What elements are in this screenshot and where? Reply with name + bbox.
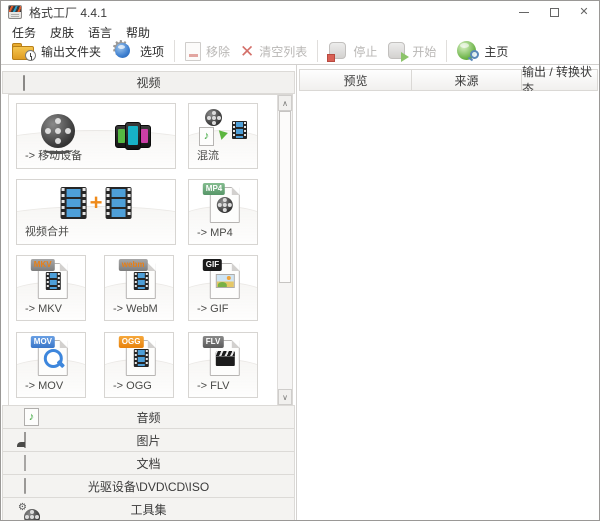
maximize-icon: [550, 8, 559, 17]
document-icon: [24, 456, 26, 470]
section-picture[interactable]: 图片: [2, 428, 295, 452]
mp4-file-icon: MP4: [210, 187, 240, 223]
gear-icon: [111, 40, 135, 62]
app-icon: [8, 5, 22, 19]
clear-list-icon: [240, 43, 254, 60]
window-title: 格式工厂 4.4.1: [29, 4, 107, 21]
window-controls: [509, 1, 599, 23]
stop-button[interactable]: 停止: [323, 39, 382, 63]
section-optical-dvd-cd-iso[interactable]: 光驱设备\DVD\CD\ISO: [2, 474, 295, 498]
home-button[interactable]: 主页: [452, 39, 513, 63]
quicktime-icon: [43, 349, 62, 368]
stop-icon: [328, 41, 348, 61]
start-icon: [387, 41, 407, 61]
toolbar-separator: [317, 40, 318, 62]
video-item-mux[interactable]: 混流: [188, 103, 258, 169]
section-video[interactable]: 视频: [2, 71, 295, 94]
scroll-up-button[interactable]: [278, 95, 292, 111]
remove-button[interactable]: 移除: [180, 40, 235, 63]
scrollbar-thumb[interactable]: [279, 111, 291, 283]
start-button[interactable]: 开始: [382, 39, 441, 63]
video-format-grid: -> 移动设备 混流 视频合并: [8, 94, 293, 406]
video-item-mp4[interactable]: MP4 -> MP4: [188, 179, 258, 245]
scroll-down-button[interactable]: [278, 389, 292, 405]
video-join-icon: [61, 187, 132, 219]
mov-file-icon: MOV: [38, 340, 68, 376]
disc-drive-icon: [24, 479, 26, 493]
webm-file-icon: webm: [126, 263, 156, 299]
title-bar: 格式工厂 4.4.1: [1, 1, 599, 23]
globe-home-icon: [457, 41, 479, 61]
video-item-flv[interactable]: FLV -> FLV: [188, 332, 258, 398]
chevron-up-icon: [282, 99, 288, 108]
ogg-file-icon: OGG: [126, 340, 156, 376]
remove-icon: [185, 42, 201, 61]
gif-file-icon: GIF: [210, 263, 240, 299]
minimize-button[interactable]: [509, 1, 539, 23]
minimize-icon: [519, 12, 529, 13]
maximize-button[interactable]: [539, 1, 569, 23]
picture-icon: [24, 433, 26, 447]
section-audio[interactable]: 音频: [2, 405, 295, 429]
menu-skin[interactable]: 皮肤: [43, 23, 81, 38]
column-preview[interactable]: 预览: [300, 70, 412, 90]
task-list-body[interactable]: [299, 91, 598, 520]
clear-list-button[interactable]: 清空列表: [235, 41, 312, 62]
task-list-panel: 预览 来源 输出 / 转换状态: [296, 65, 599, 520]
options-button[interactable]: 选项: [106, 38, 169, 64]
video-clapperboard-icon: [23, 76, 25, 90]
flv-file-icon: FLV: [210, 340, 240, 376]
app-window: 格式工厂 4.4.1 任务 皮肤 语言 帮助 输出文件夹 选项 移除 清空列表: [0, 0, 600, 521]
close-button[interactable]: [569, 1, 599, 23]
menu-task[interactable]: 任务: [5, 23, 43, 38]
video-item-webm[interactable]: webm -> WebM: [104, 255, 174, 321]
column-output-state[interactable]: 输出 / 转换状态: [522, 70, 597, 90]
column-source[interactable]: 来源: [412, 70, 522, 90]
video-item-join[interactable]: 视频合并: [16, 179, 176, 245]
video-item-mobile-device[interactable]: -> 移动设备: [16, 103, 176, 169]
video-item-ogg[interactable]: OGG -> OGG: [104, 332, 174, 398]
chevron-down-icon: [282, 393, 288, 402]
toolbar: 输出文件夹 选项 移除 清空列表 停止 开始 主页: [1, 38, 599, 64]
section-toolset[interactable]: 工具集: [2, 497, 295, 521]
video-item-mov[interactable]: MOV -> MOV: [16, 332, 86, 398]
toolbar-separator: [446, 40, 447, 62]
task-list-header: 预览 来源 输出 / 转换状态: [299, 69, 598, 91]
video-item-gif[interactable]: GIF -> GIF: [188, 255, 258, 321]
mkv-file-icon: MKV: [38, 263, 68, 299]
folder-clock-icon: [12, 43, 36, 60]
menu-bar: 任务 皮肤 语言 帮助: [1, 23, 599, 38]
category-list: 音频 图片 文档 光驱设备\DVD\CD\ISO 工具集: [2, 406, 295, 521]
section-document[interactable]: 文档: [2, 451, 295, 475]
audio-note-icon: [24, 408, 39, 426]
output-folder-button[interactable]: 输出文件夹: [7, 41, 106, 62]
plus-icon: [90, 192, 103, 214]
toolbar-separator: [174, 40, 175, 62]
close-icon: [579, 7, 588, 18]
video-item-mkv[interactable]: MKV -> MKV: [16, 255, 86, 321]
format-sidebar: 视频 -> 移动设备 混流: [1, 65, 296, 520]
video-grid-scrollbar[interactable]: [277, 95, 292, 405]
